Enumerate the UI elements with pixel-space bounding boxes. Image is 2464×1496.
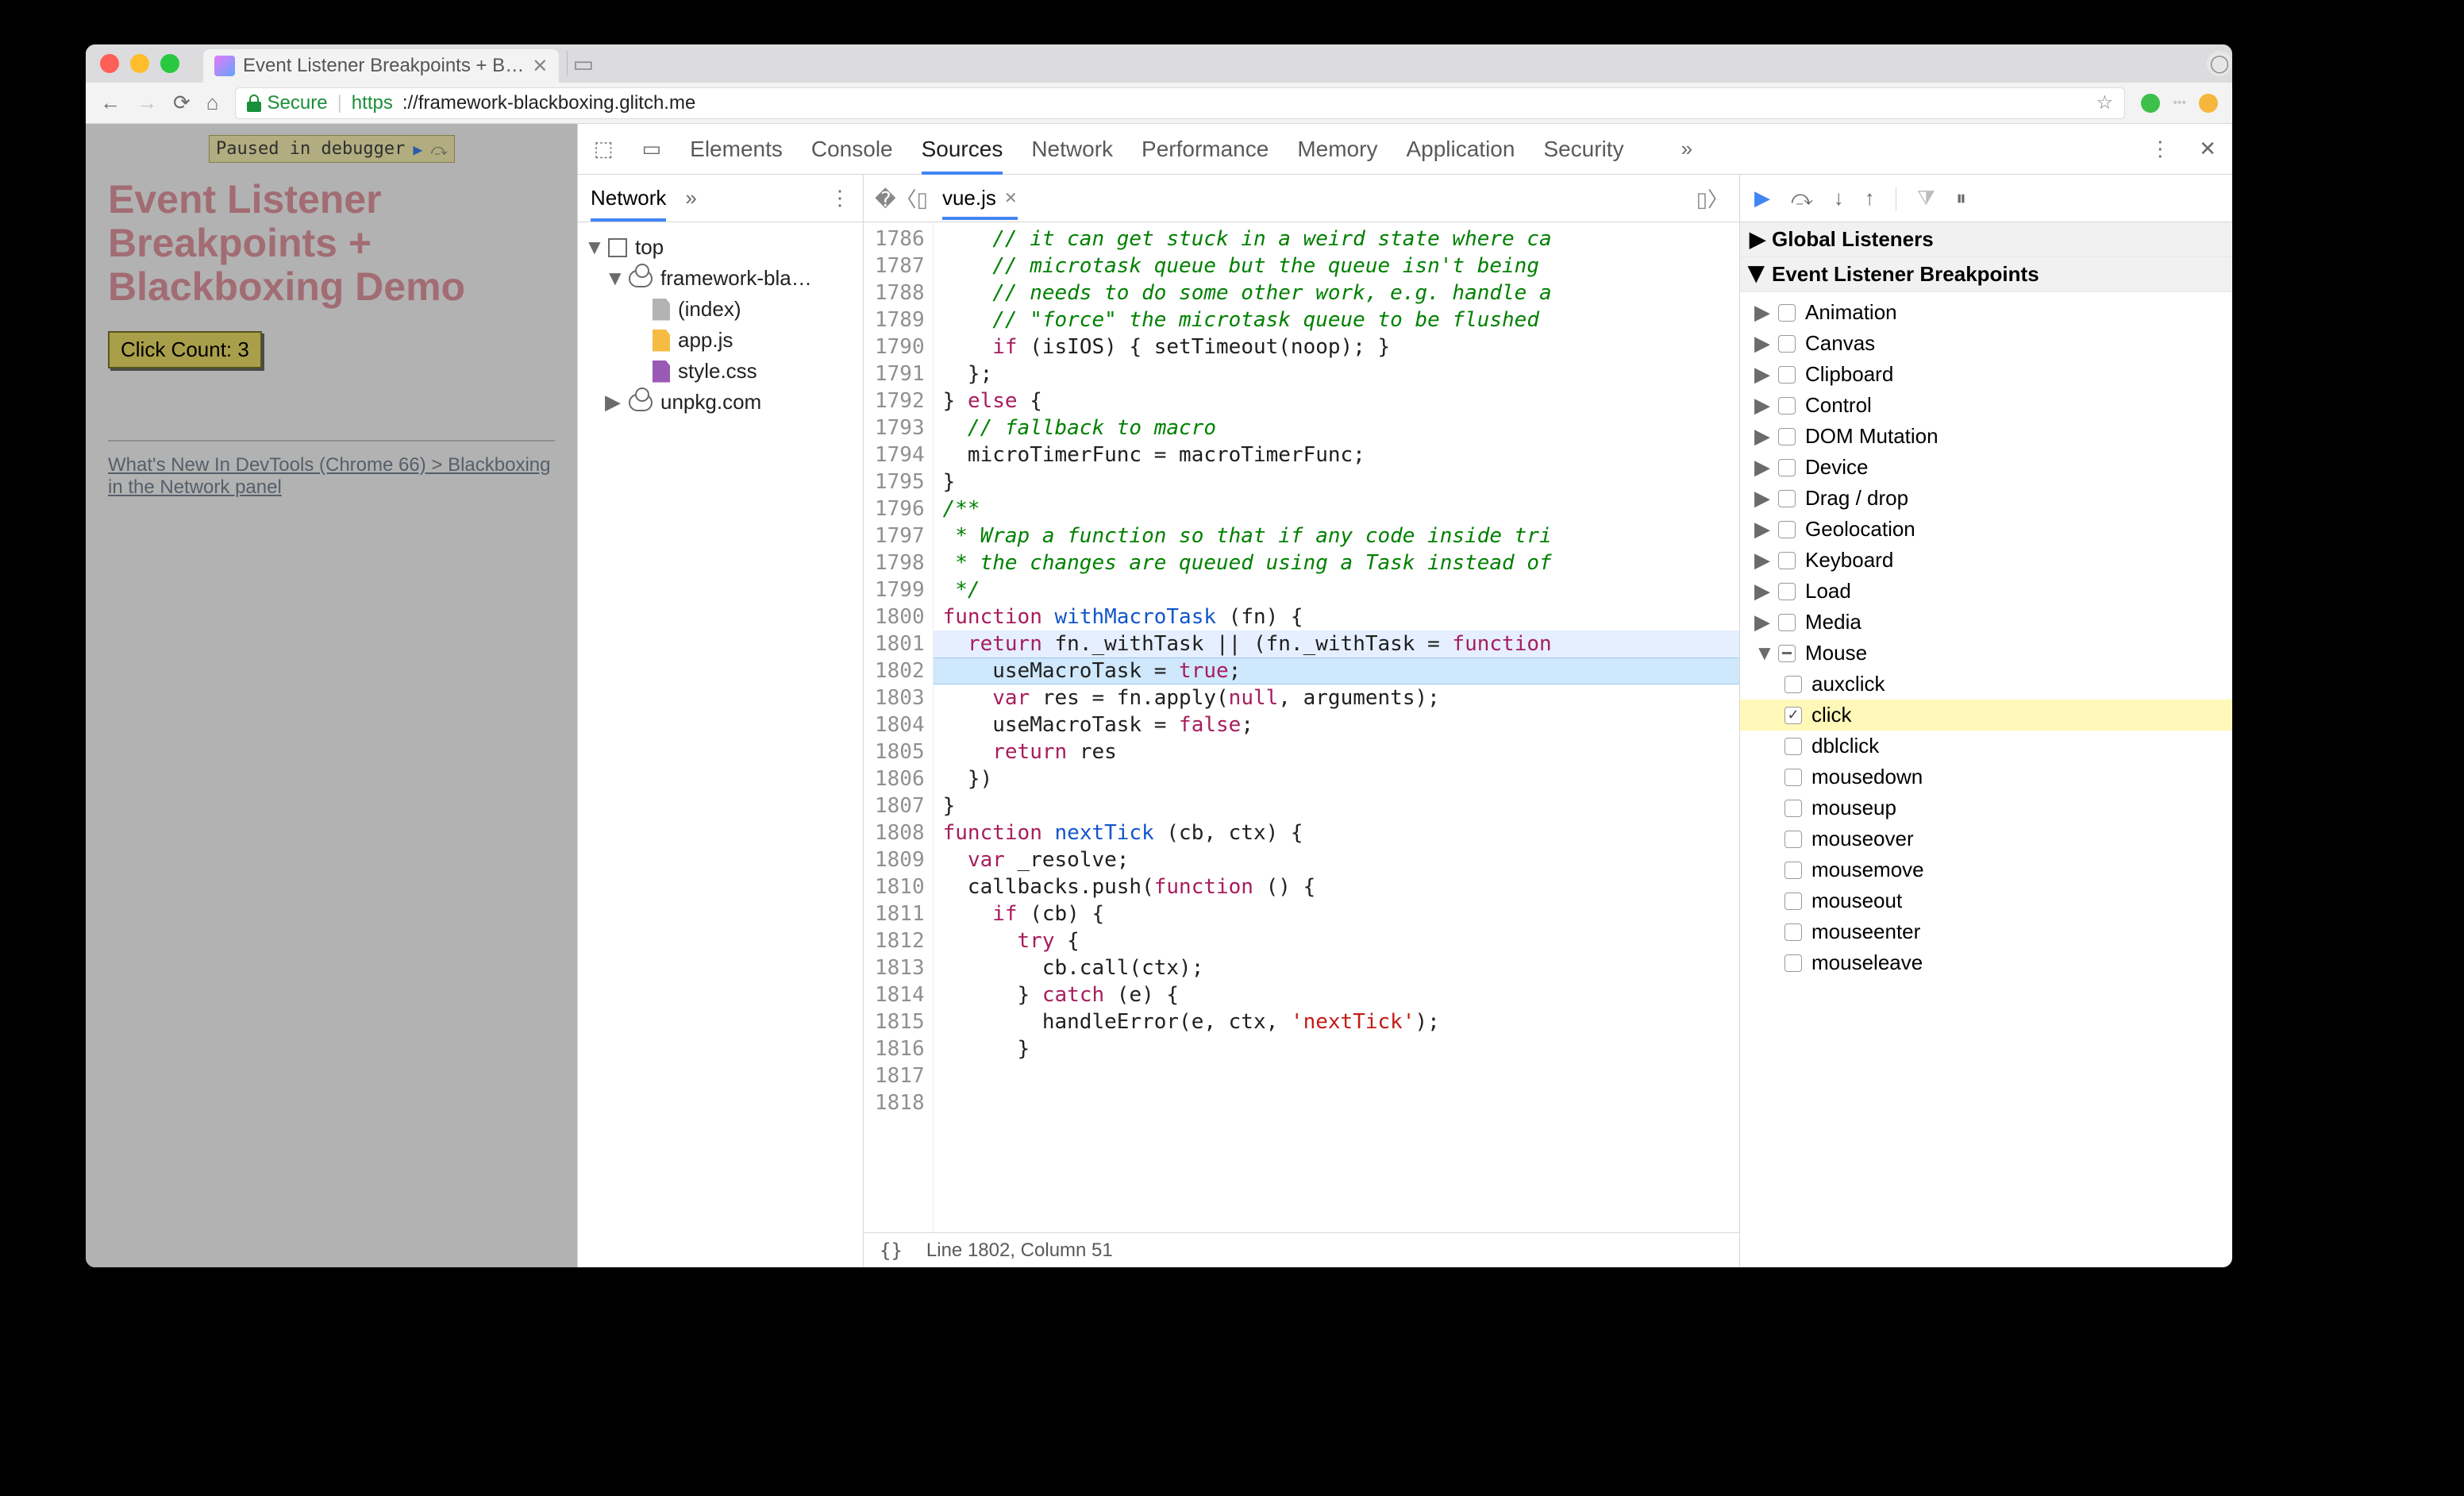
breakpoint-event-mousedown[interactable]: mousedown xyxy=(1740,761,2232,792)
tab-strip: Event Listener Breakpoints + B… ✕ ▭ ◯ xyxy=(86,44,2232,83)
source-editor: �〈▯ vue.js ✕ ▯〉 178617871788178917901791… xyxy=(864,175,1740,1267)
section-event-listener-breakpoints[interactable]: ▶Event Listener Breakpoints xyxy=(1740,257,2232,292)
reload-button[interactable]: ⟳ xyxy=(173,91,191,115)
devtools-tab-elements[interactable]: Elements xyxy=(690,137,783,161)
breakpoint-event-mouseup[interactable]: mouseup xyxy=(1740,792,2232,823)
devtools-tab-application[interactable]: Application xyxy=(1406,137,1515,161)
resume-icon[interactable]: ▶ xyxy=(1754,186,1770,210)
devtools-tab-security[interactable]: Security xyxy=(1543,137,1623,161)
new-tab-button[interactable]: ▭ xyxy=(567,51,599,76)
extension-icon-2[interactable] xyxy=(2199,94,2218,113)
debugger-pane: ▶ ⤼ ↓ ↑ ⧩ ⏸ ▶Global Listeners ▶Event Lis… xyxy=(1740,175,2232,1267)
address-bar[interactable]: Secure | https://framework-blackboxing.g… xyxy=(235,87,2126,119)
pause-on-exceptions-icon[interactable]: ⏸ xyxy=(1956,186,1966,211)
breakpoint-category-keyboard[interactable]: ▶Keyboard xyxy=(1740,545,2232,576)
devtools-tab-memory[interactable]: Memory xyxy=(1297,137,1377,161)
lock-icon xyxy=(247,94,261,112)
sources-navigator: Network » ⋮ ▼top ▼framework-bla… (index)… xyxy=(578,175,864,1267)
browser-window: Event Listener Breakpoints + B… ✕ ▭ ◯ ← … xyxy=(86,44,2232,1267)
show-debugger-icon[interactable]: ▯〉 xyxy=(1696,183,1728,213)
breakpoint-event-dblclick[interactable]: dblclick xyxy=(1740,731,2232,761)
breakpoint-category-load[interactable]: ▶Load xyxy=(1740,576,2232,607)
home-button[interactable]: ⌂ xyxy=(206,91,219,115)
close-window-button[interactable] xyxy=(100,54,119,73)
breakpoint-category-canvas[interactable]: ▶Canvas xyxy=(1740,328,2232,359)
tree-file-appjs[interactable]: app.js xyxy=(584,325,857,356)
step-over-icon[interactable]: ⤼ xyxy=(1791,186,1813,211)
browser-tab[interactable]: Event Listener Breakpoints + B… ✕ xyxy=(203,49,559,83)
step-into-icon[interactable]: ↓ xyxy=(1834,186,1844,210)
profile-avatar[interactable]: ◯ xyxy=(2207,51,2232,76)
back-button[interactable]: ← xyxy=(100,91,121,115)
forward-button[interactable]: → xyxy=(137,91,157,115)
breakpoint-event-mousemove[interactable]: mousemove xyxy=(1740,854,2232,885)
dim-overlay xyxy=(86,124,577,1267)
devtools-tab-sources[interactable]: Sources xyxy=(922,137,1003,161)
devtools-tab-network[interactable]: Network xyxy=(1031,137,1113,161)
pretty-print-icon[interactable]: {} xyxy=(880,1240,903,1262)
breakpoint-category-media[interactable]: ▶Media xyxy=(1740,607,2232,638)
devtools: ⬚ ▭ Elements Console Sources Network Perform… xyxy=(578,124,2232,1267)
tab-title: Event Listener Breakpoints + B… xyxy=(243,55,524,77)
file-tree: ▼top ▼framework-bla… (index) app.js styl… xyxy=(578,222,863,418)
breakpoint-category-geolocation[interactable]: ▶Geolocation xyxy=(1740,514,2232,545)
editor-filename: vue.js xyxy=(942,186,996,210)
breakpoint-category-drag-drop[interactable]: ▶Drag / drop xyxy=(1740,483,2232,514)
editor-status-bar: {} Line 1802, Column 51 xyxy=(864,1232,1739,1267)
navigator-tab[interactable]: Network xyxy=(591,186,666,222)
devtools-tab-console[interactable]: Console xyxy=(811,137,893,161)
breakpoint-category-list: ▶Animation▶Canvas▶Clipboard▶Control▶DOM … xyxy=(1740,292,2232,983)
bookmark-star-icon[interactable]: ☆ xyxy=(2096,91,2114,114)
tree-file-index[interactable]: (index) xyxy=(584,294,857,325)
extension-icon-1[interactable] xyxy=(2141,94,2160,113)
window-controls xyxy=(100,54,179,73)
close-devtools-icon[interactable]: ✕ xyxy=(2199,137,2216,161)
show-navigator-icon[interactable]: �〈▯ xyxy=(875,183,928,213)
breakpoint-event-click[interactable]: ✓click xyxy=(1740,700,2232,731)
debugger-toolbar: ▶ ⤼ ↓ ↑ ⧩ ⏸ xyxy=(1740,175,2232,222)
overflow-icon[interactable]: » xyxy=(1681,137,1692,161)
secure-badge: Secure xyxy=(247,92,328,114)
code-area[interactable]: // it can get stuck in a weird state whe… xyxy=(934,222,1739,1232)
breakpoint-category-mouse[interactable]: ▼Mouse xyxy=(1740,638,2232,669)
breakpoint-event-mouseout[interactable]: mouseout xyxy=(1740,885,2232,916)
navigator-menu-icon[interactable]: ⋮ xyxy=(830,186,850,210)
breakpoint-category-device[interactable]: ▶Device xyxy=(1740,452,2232,483)
tree-domain[interactable]: ▼framework-bla… xyxy=(584,263,857,294)
favicon xyxy=(214,56,235,76)
breakpoint-event-mouseover[interactable]: mouseover xyxy=(1740,823,2232,854)
zoom-window-button[interactable] xyxy=(160,54,179,73)
url-scheme: https xyxy=(352,92,393,114)
step-out-icon[interactable]: ↑ xyxy=(1865,186,1875,210)
deactivate-breakpoints-icon[interactable]: ⧩ xyxy=(1917,186,1935,211)
page-viewport: Paused in debugger ▶ ⤼ Event Listener Br… xyxy=(86,124,578,1267)
breakpoint-category-clipboard[interactable]: ▶Clipboard xyxy=(1740,359,2232,390)
device-toggle-icon[interactable]: ▭ xyxy=(642,137,662,161)
section-global-listeners[interactable]: ▶Global Listeners xyxy=(1740,222,2232,257)
minimize-window-button[interactable] xyxy=(130,54,149,73)
line-gutter: 1786178717881789179017911792179317941795… xyxy=(864,222,934,1232)
breakpoint-event-mouseleave[interactable]: mouseleave xyxy=(1740,947,2232,978)
breakpoint-category-control[interactable]: ▶Control xyxy=(1740,390,2232,421)
kebab-menu-icon[interactable]: ⋮ xyxy=(2150,137,2170,161)
editor-tab[interactable]: vue.js ✕ xyxy=(942,186,1018,220)
tree-file-stylecss[interactable]: style.css xyxy=(584,356,857,387)
breakpoint-category-animation[interactable]: ▶Animation xyxy=(1740,297,2232,328)
devtools-tab-performance[interactable]: Performance xyxy=(1142,137,1269,161)
close-editor-tab-icon[interactable]: ✕ xyxy=(1004,188,1018,208)
toolbar: ← → ⟳ ⌂ Secure | https://framework-black… xyxy=(86,83,2232,124)
url-path: ://framework-blackboxing.glitch.me xyxy=(402,92,695,114)
close-tab-icon[interactable]: ✕ xyxy=(532,55,548,78)
devtools-tabbar: ⬚ ▭ Elements Console Sources Network Perform… xyxy=(578,124,2232,175)
secure-label: Secure xyxy=(268,92,328,114)
cursor-position: Line 1802, Column 51 xyxy=(926,1240,1113,1262)
tree-cdn[interactable]: ▶unpkg.com xyxy=(584,387,857,418)
inspect-icon[interactable]: ⬚ xyxy=(594,137,614,161)
tree-top[interactable]: ▼top xyxy=(584,232,857,263)
breakpoint-event-mouseenter[interactable]: mouseenter xyxy=(1740,916,2232,947)
breakpoint-category-dom-mutation[interactable]: ▶DOM Mutation xyxy=(1740,421,2232,452)
navigator-more-icon[interactable]: » xyxy=(685,186,696,210)
breakpoint-event-auxclick[interactable]: auxclick xyxy=(1740,669,2232,700)
